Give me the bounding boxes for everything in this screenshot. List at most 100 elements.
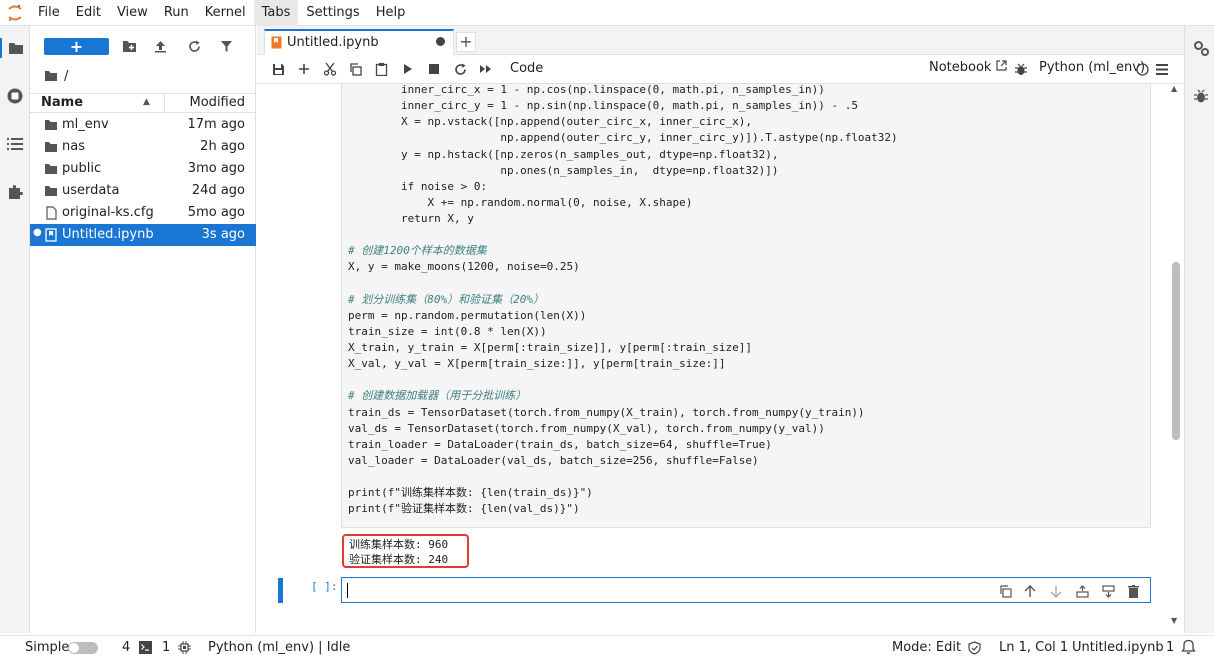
file-name: nas xyxy=(62,139,85,154)
run-cell-icon[interactable] xyxy=(399,60,417,78)
upload-icon[interactable] xyxy=(152,38,168,54)
notebook-link-label: Notebook xyxy=(929,60,992,75)
terminal-icon[interactable] xyxy=(139,641,152,658)
scroll-thumb[interactable] xyxy=(1172,262,1180,440)
simple-mode-toggle[interactable] xyxy=(68,642,98,654)
folder-icon xyxy=(45,186,57,196)
file-row-original-ks[interactable]: original-ks.cfg 5mo ago xyxy=(30,202,256,224)
new-tab-button[interactable]: + xyxy=(456,32,476,52)
run-all-icon[interactable] xyxy=(477,60,495,78)
running-sessions-icon[interactable] xyxy=(5,86,25,106)
column-header-modified[interactable]: Modified xyxy=(165,95,245,110)
trusted-shield-icon xyxy=(968,641,981,659)
code-line: val_loader = DataLoader(val_ds, batch_si… xyxy=(348,454,759,467)
scroll-up-arrow-icon[interactable]: ▲ xyxy=(1171,84,1177,93)
file-modified: 3s ago xyxy=(201,227,245,242)
kernels-count[interactable]: 1 xyxy=(162,640,170,655)
menu-kernel[interactable]: Kernel xyxy=(197,0,254,26)
move-up-icon[interactable] xyxy=(1023,584,1037,598)
cell-output: 训练集样本数: 960 验证集样本数: 240 xyxy=(342,534,469,568)
notebook-scrollbar[interactable]: ▲ ▼ xyxy=(1169,84,1184,633)
breadcrumb: / xyxy=(44,67,68,85)
code-cell[interactable]: inner_circ_x = 1 - np.cos(np.linspace(0,… xyxy=(341,84,1151,528)
tab-label: Untitled.ipynb xyxy=(287,35,379,50)
filter-icon[interactable] xyxy=(218,38,234,54)
file-modified: 17m ago xyxy=(187,117,245,132)
folder-icon[interactable] xyxy=(0,38,30,58)
table-of-contents-icon[interactable] xyxy=(5,134,25,154)
cut-icon[interactable] xyxy=(321,60,339,78)
code-line: X_val, y_val = X[perm[train_size:]], y[p… xyxy=(348,357,726,370)
file-browser-toolbar: + xyxy=(30,26,256,66)
menu-tabs[interactable]: Tabs xyxy=(253,0,299,26)
terminals-count[interactable]: 4 xyxy=(122,640,130,655)
file-modified: 2h ago xyxy=(200,139,245,154)
menu-help[interactable]: Help xyxy=(368,0,414,26)
extension-puzzle-icon[interactable] xyxy=(5,182,25,202)
file-row-untitled-ipynb[interactable]: ● Untitled.ipynb 3s ago xyxy=(30,224,256,246)
unsaved-indicator-icon[interactable] xyxy=(436,37,445,46)
file-row-ml-env[interactable]: ml_env 17m ago xyxy=(30,114,256,136)
tab-untitled-ipynb[interactable]: Untitled.ipynb xyxy=(264,29,454,55)
code-line: X_train, y_train = X[perm[:train_size]],… xyxy=(348,341,752,354)
file-row-nas[interactable]: nas 2h ago xyxy=(30,136,256,158)
sort-ascending-icon: ▲ xyxy=(143,97,150,107)
debugger-bug-icon[interactable] xyxy=(1012,60,1030,78)
property-inspector-gears-icon[interactable] xyxy=(1191,38,1211,58)
restart-kernel-icon[interactable] xyxy=(451,60,469,78)
code-line: train_size = int(0.8 * len(X)) xyxy=(348,325,547,338)
kernel-chip-icon[interactable] xyxy=(178,641,191,658)
menu-edit[interactable]: Edit xyxy=(68,0,109,26)
cursor-position[interactable]: Ln 1, Col 1 xyxy=(999,640,1068,655)
file-modified: 3mo ago xyxy=(187,161,245,176)
duplicate-cell-icon[interactable] xyxy=(998,584,1012,598)
right-activity-bar xyxy=(1184,26,1214,633)
status-filename: Untitled.ipynb xyxy=(1072,640,1164,655)
delete-cell-icon[interactable] xyxy=(1126,584,1140,598)
notifications-count[interactable]: 1 xyxy=(1166,640,1174,655)
notebook-icon xyxy=(45,228,57,242)
folder-icon xyxy=(45,164,57,174)
active-cell-indicator[interactable] xyxy=(278,578,283,603)
code-line: np.append(outer_circ_y, inner_circ_y)]).… xyxy=(348,131,898,144)
new-launcher-button[interactable]: + xyxy=(44,38,109,55)
notifications-bell-icon[interactable] xyxy=(1181,639,1196,659)
insert-below-icon[interactable] xyxy=(1101,584,1115,598)
kernel-status[interactable]: Python (ml_env) | Idle xyxy=(208,640,350,655)
file-row-public[interactable]: public 3mo ago xyxy=(30,158,256,180)
menu-run[interactable]: Run xyxy=(156,0,197,26)
open-in-notebook-link[interactable]: Notebook xyxy=(929,60,1007,75)
code-line: np.ones(n_samples_in, dtype=np.float32)]… xyxy=(348,164,779,177)
interrupt-kernel-icon[interactable] xyxy=(425,60,443,78)
breadcrumb-path[interactable]: / xyxy=(64,69,68,84)
text-cursor xyxy=(347,583,348,598)
move-down-icon[interactable] xyxy=(1049,584,1063,598)
menu-hamburger-icon[interactable] xyxy=(1153,60,1171,78)
kernel-name[interactable]: Python (ml_env) xyxy=(1039,60,1145,75)
editor-mode: Mode: Edit xyxy=(892,640,962,655)
menu-view[interactable]: View xyxy=(109,0,156,26)
notebook-toolbar: Code Notebook Python (ml_env) xyxy=(257,55,1184,84)
insert-cell-icon[interactable] xyxy=(295,60,313,78)
file-icon xyxy=(46,206,57,220)
save-icon[interactable] xyxy=(269,60,287,78)
code-line: X, y = make_moons(1200, noise=0.25) xyxy=(348,260,580,273)
code-line: perm = np.random.permutation(len(X)) xyxy=(348,309,587,322)
cell-type-select[interactable]: Code xyxy=(510,59,590,79)
code-comment: # 划分训练集（80%）和验证集（20%） xyxy=(348,293,544,306)
code-line: y = np.hstack([np.zeros(n_samples_out, d… xyxy=(348,148,779,161)
debugger-bug-icon[interactable] xyxy=(1191,86,1211,106)
paste-icon[interactable] xyxy=(372,60,390,78)
menu-bar: File Edit View Run Kernel Tabs Settings … xyxy=(0,0,1214,26)
insert-above-icon[interactable] xyxy=(1075,584,1089,598)
folder-icon[interactable] xyxy=(44,70,58,82)
scroll-down-arrow-icon[interactable]: ▼ xyxy=(1171,616,1177,625)
file-row-userdata[interactable]: userdata 24d ago xyxy=(30,180,256,202)
menu-settings[interactable]: Settings xyxy=(298,0,367,26)
copy-icon[interactable] xyxy=(346,60,364,78)
refresh-icon[interactable] xyxy=(186,38,202,54)
column-header-name[interactable]: Name xyxy=(41,95,83,110)
menu-file[interactable]: File xyxy=(30,0,68,26)
empty-code-cell-input[interactable] xyxy=(341,577,1151,603)
new-folder-icon[interactable] xyxy=(121,38,137,54)
